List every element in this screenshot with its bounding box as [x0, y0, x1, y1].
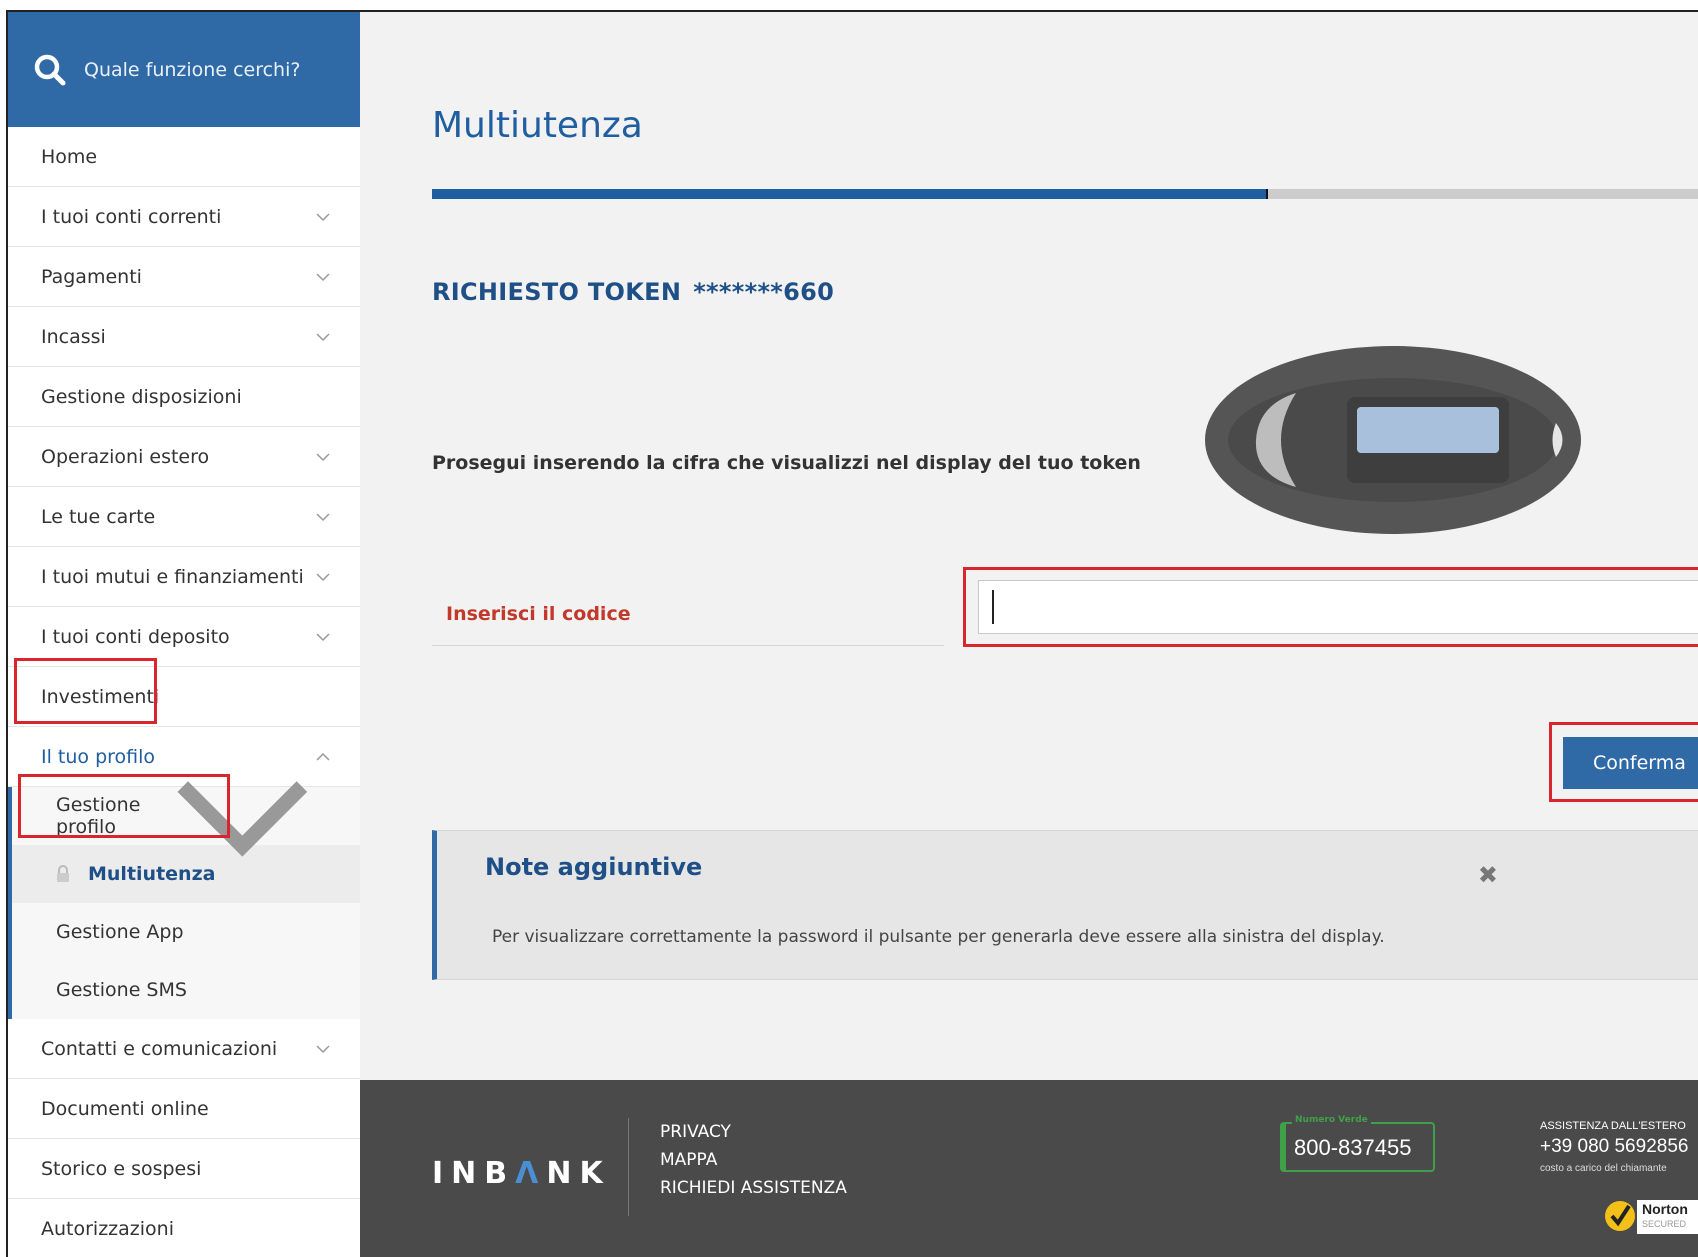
toll-free-tag: Numero Verde	[1292, 1115, 1371, 1125]
toll-free-number[interactable]: 800-837455	[1294, 1135, 1411, 1161]
highlight-multiutenza	[18, 774, 230, 838]
sidebar: Quale funzione cerchi? Home I tuoi conti …	[8, 12, 360, 1257]
abroad-assistance-note: costo a carico del chiamante	[1540, 1163, 1667, 1174]
close-icon[interactable]: ✖	[1478, 861, 1498, 889]
sidebar-item-pagamenti[interactable]: Pagamenti	[8, 247, 360, 307]
sidebar-item-i-tuoi-conti-correnti[interactable]: I tuoi conti correnti	[8, 187, 360, 247]
search-icon	[34, 54, 66, 85]
sidebar-item-label: Home	[41, 145, 98, 168]
sidebar-item-gestione-disposizioni[interactable]: Gestione disposizioni	[8, 367, 360, 427]
text-caret	[992, 590, 994, 624]
highlight-profile	[14, 658, 157, 724]
sidebar-item-storico-e-sospesi[interactable]: Storico e sospesi	[8, 1139, 360, 1199]
token-masked-number: *******660	[693, 278, 835, 306]
footer-link-richiedi-assistenza[interactable]: RICHIEDI ASSISTENZA	[660, 1174, 847, 1202]
token-device-image	[1205, 346, 1581, 534]
notes-title: Note aggiuntive	[485, 853, 703, 881]
sidebar-item-label: Contatti e comunicazioni	[41, 1037, 278, 1060]
sidebar-item-label: Documenti online	[41, 1097, 209, 1120]
submenu-item-gestione-app[interactable]: Gestione App	[12, 903, 360, 961]
footer-divider	[628, 1118, 629, 1216]
submenu-item-content: Gestione App	[56, 921, 184, 943]
sidebar-item-label: I tuoi conti deposito	[41, 625, 230, 648]
progress-fill	[432, 189, 1268, 199]
inbank-logo: INBΛNK	[432, 1156, 611, 1191]
sidebar-item-autorizzazioni[interactable]: Autorizzazioni	[8, 1199, 360, 1257]
code-label: Inserisci il codice	[446, 602, 631, 625]
search-placeholder[interactable]: Quale funzione cerchi?	[84, 59, 300, 81]
sidebar-item-label: Le tue carte	[41, 505, 156, 528]
chevron-down-icon[interactable]	[314, 1040, 332, 1058]
code-label-row: Inserisci il codice	[432, 582, 944, 646]
submenu-item-label: Gestione App	[56, 921, 184, 943]
norton-secured-badge: Norton SECURED	[1605, 1200, 1698, 1234]
footer-links: PRIVACY MAPPA RICHIEDI ASSISTENZA	[660, 1118, 847, 1202]
sidebar-item-label: Operazioni estero	[41, 445, 210, 468]
sidebar-item-incassi[interactable]: Incassi	[8, 307, 360, 367]
progress-bar	[432, 189, 1698, 199]
abroad-assistance-number[interactable]: +39 080 5692856	[1540, 1136, 1688, 1158]
app-frame: Quale funzione cerchi? Home I tuoi conti …	[6, 10, 1698, 1257]
sidebar-item-label: Storico e sospesi	[41, 1157, 202, 1180]
sidebar-item-le-tue-carte[interactable]: Le tue carte	[8, 487, 360, 547]
norton-sub: SECURED	[1642, 1219, 1687, 1229]
submenu-item-gestione-sms[interactable]: Gestione SMS	[12, 961, 360, 1019]
sidebar-item-operazioni-estero[interactable]: Operazioni estero	[8, 427, 360, 487]
token-heading: RICHIESTO TOKEN *******660	[432, 278, 834, 306]
sidebar-item-label: Gestione disposizioni	[41, 385, 242, 408]
submenu-item-label: Gestione SMS	[56, 979, 187, 1001]
sidebar-item-label: Il tuo profilo	[41, 745, 156, 768]
instruction-text: Prosegui inserendo la cifra che visualiz…	[432, 452, 1141, 474]
chevron-down-icon[interactable]	[314, 268, 332, 286]
toll-free-box: Numero Verde 800-837455	[1280, 1115, 1435, 1172]
sidebar-item-contatti-e-comunicazioni[interactable]: Contatti e comunicazioni	[8, 1019, 360, 1079]
footer-link-mappa[interactable]: MAPPA	[660, 1146, 847, 1174]
notes-panel: Note aggiuntive ✖ Per visualizzare corre…	[432, 830, 1698, 980]
sidebar-item-label: I tuoi conti correnti	[41, 205, 222, 228]
chevron-down-icon[interactable]	[314, 628, 332, 646]
chevron-down-icon[interactable]	[314, 208, 332, 226]
logo-accent: Λ	[515, 1156, 547, 1191]
chevron-down-icon[interactable]	[314, 508, 332, 526]
logo-part-2: NK	[546, 1156, 611, 1191]
submenu-item-content: Multiutenza	[56, 863, 215, 885]
chevron-down-icon[interactable]	[314, 328, 332, 346]
page-title: Multiutenza	[432, 105, 643, 146]
submenu-item-label: Multiutenza	[88, 863, 216, 885]
sidebar-item-i-tuoi-mutui-e-finanziamenti[interactable]: I tuoi mutui e finanziamenti	[8, 547, 360, 607]
sidebar-item-documenti-online[interactable]: Documenti online	[8, 1079, 360, 1139]
sidebar-item-home[interactable]: Home	[8, 127, 360, 187]
sidebar-item-label: Incassi	[41, 325, 106, 348]
notes-text: Per visualizzare correttamente la passwo…	[492, 927, 1385, 947]
footer: INBΛNK PRIVACY MAPPA RICHIEDI ASSISTENZA N…	[360, 1080, 1698, 1257]
confirm-highlight: Conferma	[1549, 722, 1698, 802]
search-bar[interactable]: Quale funzione cerchi?	[8, 12, 360, 127]
confirm-button[interactable]: Conferma	[1563, 737, 1698, 789]
sidebar-item-label: I tuoi mutui e finanziamenti	[41, 565, 304, 588]
main-content: Multiutenza RICHIESTO TOKEN *******660 Pr…	[360, 12, 1698, 1080]
token-title-text: RICHIESTO TOKEN	[432, 278, 682, 306]
abroad-assistance-title: ASSISTENZA DALL'ESTERO	[1540, 1120, 1686, 1132]
logo-part-1: INB	[432, 1156, 516, 1191]
submenu-item-content: Gestione SMS	[56, 979, 187, 1001]
sidebar-nav-bottom: Contatti e comunicazioni Documenti online…	[8, 1019, 360, 1257]
code-input[interactable]	[978, 580, 1698, 634]
sidebar-item-label: Pagamenti	[41, 265, 142, 288]
chevron-down-icon[interactable]	[314, 568, 332, 586]
lock-icon	[57, 865, 69, 882]
norton-label: Norton	[1642, 1201, 1688, 1217]
code-input-highlight	[963, 567, 1698, 647]
footer-link-privacy[interactable]: PRIVACY	[660, 1118, 847, 1146]
sidebar-item-label: Autorizzazioni	[41, 1217, 174, 1240]
chevron-down-icon[interactable]	[314, 448, 332, 466]
